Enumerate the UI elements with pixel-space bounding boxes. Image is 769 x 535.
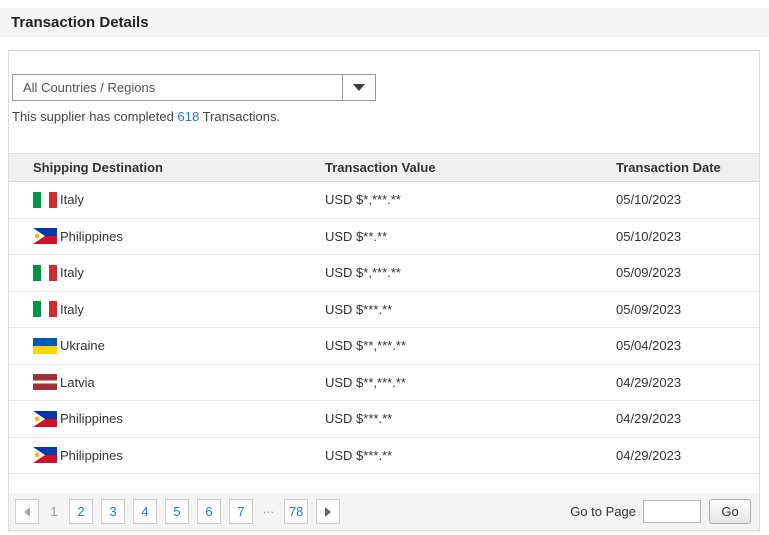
prev-page-button[interactable] bbox=[15, 499, 39, 524]
next-page-button[interactable] bbox=[316, 499, 341, 524]
page-link-5[interactable]: 5 bbox=[165, 499, 189, 524]
transaction-date: 05/10/2023 bbox=[616, 228, 682, 244]
chevron-down-icon bbox=[353, 84, 365, 91]
transaction-date: 05/09/2023 bbox=[616, 301, 682, 317]
country-name: Philippines bbox=[60, 411, 123, 427]
transaction-value: USD $***.** bbox=[325, 301, 393, 317]
transactions-summary: This supplier has completed 618 Transact… bbox=[12, 109, 280, 124]
philippines-flag-icon bbox=[33, 228, 57, 245]
table-row: Italy USD $*,***.** 05/09/2023 bbox=[9, 255, 759, 292]
italy-flag-icon bbox=[33, 301, 57, 318]
country-filter-value: All Countries / Regions bbox=[23, 80, 156, 95]
transaction-date: 05/10/2023 bbox=[616, 192, 682, 208]
arrow-left-icon bbox=[24, 506, 30, 517]
table-row: Philippines USD $***.** 04/29/2023 bbox=[9, 401, 759, 438]
table-row: Italy USD $*,***.** 05/10/2023 bbox=[9, 182, 759, 219]
transaction-value: USD $**,***.** bbox=[325, 374, 406, 390]
table-row: Italy USD $***.** 05/09/2023 bbox=[9, 291, 759, 328]
table-row: Philippines USD $***.** 04/29/2023 bbox=[9, 437, 759, 474]
latvia-flag-icon bbox=[33, 374, 57, 391]
country-name: Philippines bbox=[60, 228, 123, 244]
page-link-3[interactable]: 3 bbox=[101, 499, 125, 524]
transaction-details-panel: All Countries / Regions This supplier ha… bbox=[8, 50, 760, 531]
transaction-value: USD $**,***.** bbox=[325, 338, 406, 354]
page-link-4[interactable]: 4 bbox=[133, 499, 157, 524]
transaction-date: 04/29/2023 bbox=[616, 374, 682, 390]
transactions-table: Shipping Destination Transaction Value T… bbox=[9, 153, 759, 474]
page-title: Transaction Details bbox=[11, 14, 149, 31]
country-name: Italy bbox=[60, 301, 84, 317]
transaction-date: 05/09/2023 bbox=[616, 265, 682, 281]
country-name: Philippines bbox=[60, 447, 123, 463]
go-button[interactable]: Go bbox=[709, 499, 751, 524]
goto-page-input[interactable] bbox=[643, 500, 701, 523]
goto-page-group: Go to Page Go bbox=[570, 499, 751, 524]
philippines-flag-icon bbox=[33, 410, 57, 427]
dropdown-arrow-box[interactable] bbox=[342, 75, 375, 100]
country-filter-select[interactable]: All Countries / Regions bbox=[12, 74, 376, 101]
pagination-bar: 1 2 3 4 5 6 7... 78 Go to Page Go bbox=[9, 493, 759, 530]
header-shipping-destination: Shipping Destination bbox=[33, 160, 163, 175]
table-row: Latvia USD $**,***.** 04/29/2023 bbox=[9, 364, 759, 401]
country-name: Latvia bbox=[60, 374, 95, 390]
italy-flag-icon bbox=[33, 264, 57, 281]
transaction-value: USD $*,***.** bbox=[325, 192, 401, 208]
page-ellipsis: ... bbox=[263, 501, 274, 516]
section-title-bar: Transaction Details bbox=[0, 8, 769, 37]
transaction-value: USD $***.** bbox=[325, 411, 393, 427]
goto-page-label: Go to Page bbox=[570, 504, 636, 519]
philippines-flag-icon bbox=[33, 447, 57, 464]
country-name: Ukraine bbox=[60, 338, 105, 354]
transaction-value: USD $*,***.** bbox=[325, 265, 401, 281]
table-row: Ukraine USD $**,***.** 05/04/2023 bbox=[9, 328, 759, 365]
country-name: Italy bbox=[60, 265, 84, 281]
transaction-value: USD $***.** bbox=[325, 447, 393, 463]
summary-suffix: Transactions. bbox=[199, 109, 281, 124]
arrow-right-icon bbox=[325, 506, 332, 517]
page-link-6[interactable]: 6 bbox=[197, 499, 221, 524]
page-links: 1 2 3 4 5 6 7... 78 bbox=[47, 499, 316, 524]
current-page-indicator: 1 bbox=[50, 504, 58, 519]
transaction-value: USD $**.** bbox=[325, 228, 388, 244]
transactions-count-link[interactable]: 618 bbox=[177, 109, 199, 124]
italy-flag-icon bbox=[33, 191, 57, 208]
table-body: Italy USD $*,***.** 05/10/2023 Philippin… bbox=[9, 182, 759, 474]
ukraine-flag-icon bbox=[33, 337, 57, 354]
transaction-date: 04/29/2023 bbox=[616, 411, 682, 427]
page-link-2[interactable]: 2 bbox=[69, 499, 93, 524]
summary-prefix: This supplier has completed bbox=[12, 109, 178, 124]
header-transaction-value: Transaction Value bbox=[325, 160, 436, 175]
table-row: Philippines USD $**.** 05/10/2023 bbox=[9, 218, 759, 255]
country-name: Italy bbox=[60, 192, 84, 208]
table-header-row: Shipping Destination Transaction Value T… bbox=[9, 153, 759, 182]
header-transaction-date: Transaction Date bbox=[616, 160, 721, 175]
transaction-date: 04/29/2023 bbox=[616, 447, 682, 463]
page-link-7[interactable]: 7 bbox=[229, 499, 253, 524]
transaction-date: 05/04/2023 bbox=[616, 338, 682, 354]
page-link-78[interactable]: 78 bbox=[283, 499, 309, 524]
